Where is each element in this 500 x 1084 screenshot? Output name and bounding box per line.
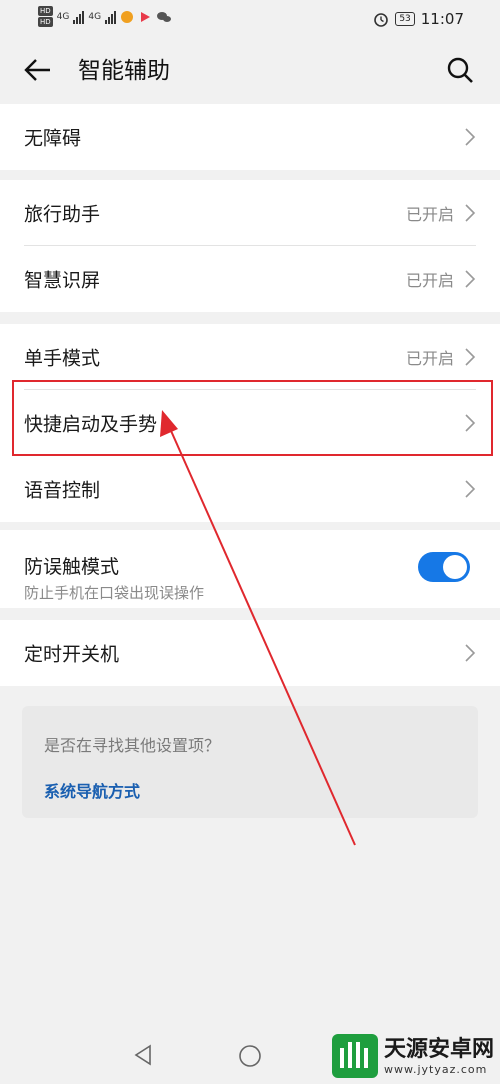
scheduled-power-row[interactable]: 定时开关机: [0, 620, 500, 686]
pocket-mode-row[interactable]: 防误触模式 防止手机在口袋出现误操作: [0, 530, 500, 608]
network-type: 4G: [56, 11, 70, 22]
watermark-logo-icon: [331, 1034, 378, 1078]
settings-group: 定时开关机: [0, 620, 500, 686]
app-bar: 智能辅助: [0, 40, 500, 104]
wechat-icon: [157, 11, 172, 22]
travel-assistant-row[interactable]: 旅行助手 已开启: [0, 180, 500, 246]
system-navigation-link[interactable]: 系统导航方式: [44, 778, 140, 802]
signal-icon: [73, 10, 85, 24]
smart-screen-recognition-row[interactable]: 智慧识屏 已开启: [0, 246, 500, 312]
watermark-name: 天源安卓网: [383, 1036, 494, 1062]
row-label: 智慧识屏: [24, 269, 101, 292]
toggle-knob: [443, 555, 467, 579]
row-sublabel: 防止手机在口袋出现误操作: [24, 584, 205, 602]
status-text: 已开启: [405, 205, 454, 224]
suggestion-question: 是否在寻找其他设置项？: [44, 736, 221, 755]
battery-icon: 53: [395, 12, 415, 26]
search-icon[interactable]: [444, 54, 476, 86]
chevron-right-icon: [465, 270, 476, 288]
chevron-right-icon: [465, 644, 476, 662]
clock: 11:07: [420, 10, 464, 28]
settings-group: 无障碍: [0, 104, 500, 170]
app-notification-icon: [121, 10, 134, 23]
signal-icon: [105, 10, 117, 24]
nav-home-icon[interactable]: [238, 1044, 262, 1068]
status-bar: HD HD 4G 4G 53 11:07: [0, 0, 500, 40]
voice-control-row[interactable]: 语音控制: [0, 456, 500, 522]
row-label: 防误触模式: [24, 556, 120, 578]
accessibility-row[interactable]: 无障碍: [0, 104, 500, 170]
watermark: 天源安卓网 www.jytyaz.com: [331, 1034, 494, 1078]
row-label: 旅行助手: [24, 203, 101, 226]
page-title: 智能辅助: [78, 58, 170, 84]
video-app-icon: [141, 11, 151, 22]
row-label: 无障碍: [24, 127, 82, 150]
chevron-right-icon: [465, 480, 476, 498]
status-icons-right: 53 11:07: [373, 10, 464, 28]
chevron-right-icon: [465, 348, 476, 366]
chevron-right-icon: [465, 204, 476, 222]
hd-badge: HD: [38, 6, 53, 16]
suggestion-box: 是否在寻找其他设置项？ 系统导航方式: [22, 706, 478, 818]
status-text: 已开启: [405, 271, 454, 290]
status-icons-left: HD HD 4G 4G: [38, 6, 172, 27]
chevron-right-icon: [465, 128, 476, 146]
row-label: 定时开关机: [24, 643, 120, 666]
alarm-icon: [374, 13, 389, 27]
row-label: 单手模式: [24, 347, 101, 370]
network-type: 4G: [88, 11, 102, 22]
status-text: 已开启: [405, 349, 454, 368]
pocket-mode-toggle[interactable]: [418, 552, 470, 582]
settings-group: 旅行助手 已开启 智慧识屏 已开启: [0, 180, 500, 312]
hd-badges: HD HD: [38, 6, 53, 27]
nav-back-icon[interactable]: [132, 1044, 154, 1066]
row-label: 语音控制: [24, 479, 101, 502]
back-arrow-icon[interactable]: [22, 54, 54, 86]
hd-badge: HD: [38, 17, 53, 27]
settings-group: 防误触模式 防止手机在口袋出现误操作: [0, 530, 500, 608]
annotation-highlight: [12, 380, 493, 456]
watermark-url: www.jytyaz.com: [383, 1062, 488, 1076]
